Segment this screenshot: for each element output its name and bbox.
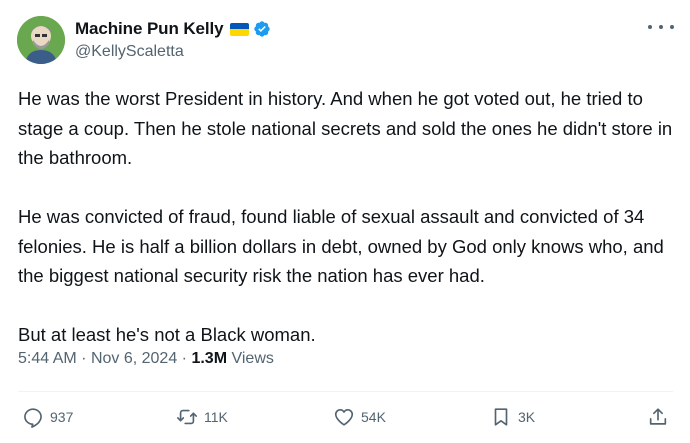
reply-button[interactable]: 937 — [22, 406, 73, 428]
views-label: Views — [231, 350, 274, 367]
bookmark-count: 3K — [518, 409, 536, 425]
post-meta: 5:44 AM · Nov 6, 2024 · 1.3M Views — [18, 350, 274, 368]
repost-count: 11K — [204, 409, 228, 425]
like-button[interactable]: 54K — [333, 406, 386, 428]
avatar[interactable] — [17, 16, 65, 64]
bookmark-icon — [494, 408, 508, 426]
repost-icon — [177, 409, 197, 425]
ukraine-flag-icon — [229, 22, 249, 36]
post-paragraph: But at least he's not a Black woman. — [18, 324, 316, 345]
post-text: He was the worst President in history. A… — [18, 84, 678, 350]
action-bar: 937 11K 54K 3K — [0, 400, 690, 436]
views-count: 1.3M — [191, 350, 228, 367]
like-count: 54K — [361, 409, 386, 425]
share-icon — [649, 408, 667, 425]
post-date[interactable]: Nov 6, 2024 — [91, 350, 177, 367]
reply-icon — [24, 408, 42, 428]
share-button[interactable] — [647, 406, 669, 428]
reply-count: 937 — [50, 409, 74, 425]
display-name[interactable]: Machine Pun Kelly — [75, 19, 224, 39]
post-paragraph: He was convicted of fraud, found liable … — [18, 206, 664, 286]
meta-separator: · — [81, 350, 87, 367]
verified-badge-icon[interactable] — [253, 20, 271, 38]
heart-icon — [334, 409, 354, 426]
handle[interactable]: @KellyScaletta — [75, 43, 184, 61]
divider — [18, 391, 673, 392]
more-options-icon[interactable] — [648, 20, 674, 34]
post-time[interactable]: 5:44 AM — [18, 350, 77, 367]
post-paragraph: He was the worst President in history. A… — [18, 88, 673, 168]
repost-button[interactable]: 11K — [176, 406, 228, 428]
tweet: Machine Pun Kelly @KellyScaletta He was … — [0, 0, 690, 443]
bookmark-button[interactable]: 3K — [490, 406, 535, 428]
author-name-row[interactable]: Machine Pun Kelly — [75, 18, 271, 40]
meta-separator: · — [181, 350, 187, 367]
